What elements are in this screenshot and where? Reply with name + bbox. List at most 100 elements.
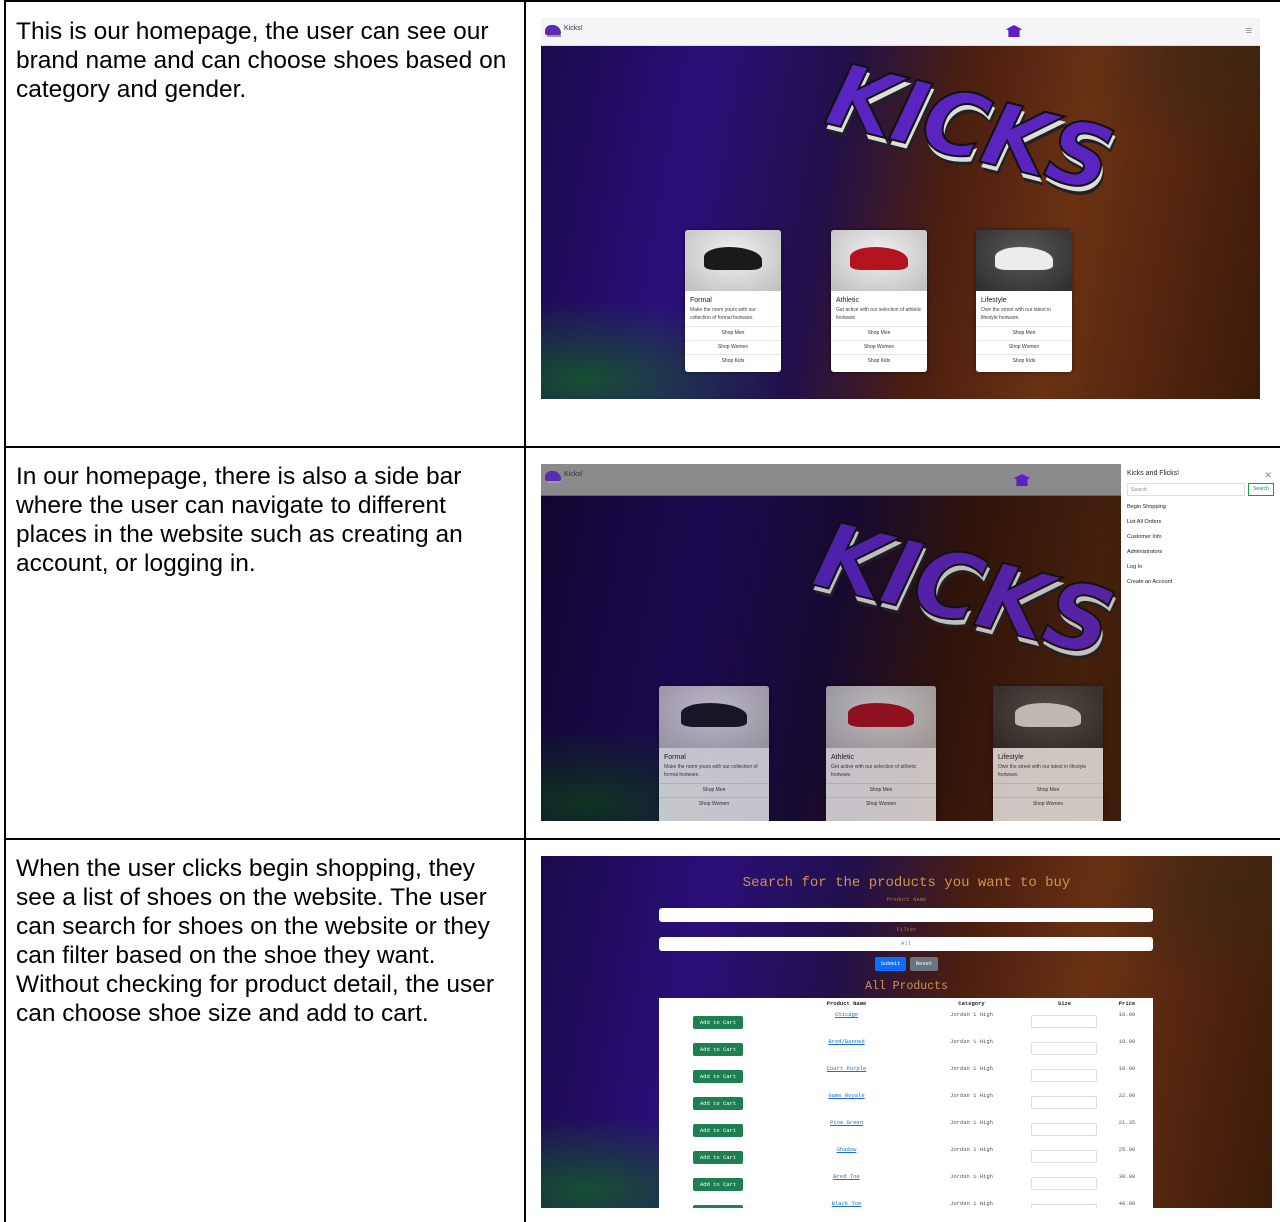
add-to-cart-button[interactable]: Add to Cart — [693, 1151, 743, 1164]
card-text: Make the room yours with our collection … — [690, 307, 756, 321]
category-card-lifestyle: Lifestyle Own the street with our latest… — [976, 230, 1072, 372]
graduation-cap-icon[interactable] — [1014, 474, 1030, 486]
card-title: Athletic — [831, 754, 854, 761]
product-price: 18.00 — [1118, 1011, 1136, 1018]
size-input[interactable] — [1031, 1015, 1097, 1028]
shop-women-link[interactable]: Shop Women — [831, 340, 927, 354]
product-category: Jordan 1 High — [950, 1065, 993, 1072]
table-row: Add to Cart Bred/Banned Jordan 1 High 19.00 — [659, 1035, 1153, 1062]
shop-men-link[interactable]: Shop Men — [659, 783, 769, 797]
product-category: Jordan 1 High — [950, 1146, 993, 1153]
product-name-link[interactable]: Shadow — [799, 1146, 894, 1153]
sidebar-item-log-in[interactable]: Log In — [1127, 564, 1274, 579]
sidebar-item-administrators[interactable]: Administrators — [1127, 549, 1274, 564]
shoe-logo-icon — [545, 25, 561, 37]
size-input[interactable] — [1031, 1042, 1097, 1055]
shop-kids-link[interactable]: Shop Kids — [831, 354, 927, 368]
shop-men-link[interactable]: Shop Men — [685, 326, 781, 340]
sidebar-item-begin-shopping[interactable]: Begin Shopping — [1127, 504, 1274, 519]
graduation-cap-icon[interactable] — [1006, 25, 1022, 37]
shop-women-link[interactable]: Shop Women — [659, 797, 769, 811]
sidebar-item-list-all-orders[interactable]: List All Orders — [1127, 519, 1274, 534]
add-to-cart-button[interactable]: Add to Cart — [693, 1097, 743, 1110]
lifestyle-shoe-icon — [1015, 703, 1081, 727]
product-name-link[interactable]: Game Royale — [799, 1092, 894, 1099]
table-border — [4, 446, 1280, 448]
product-list-screenshot: Search for the products you want to buy … — [541, 856, 1272, 1208]
size-input[interactable] — [1031, 1096, 1097, 1109]
product-name-link[interactable]: Pine Green — [799, 1119, 894, 1126]
size-input[interactable] — [1031, 1123, 1097, 1136]
table-border — [524, 0, 526, 1222]
product-category: Jordan 1 High — [950, 1092, 993, 1099]
formal-shoe-icon — [681, 703, 747, 727]
shop-women-link[interactable]: Shop Women — [685, 340, 781, 354]
shop-men-link[interactable]: Shop Men — [993, 783, 1103, 797]
shop-women-link[interactable]: Shop Women — [993, 797, 1103, 811]
size-input[interactable] — [1031, 1150, 1097, 1163]
brand-link[interactable]: Kicks! — [545, 25, 583, 37]
shop-women-link[interactable]: Shop Women — [826, 797, 936, 811]
brand-link[interactable]: Kicks! — [545, 471, 583, 483]
table-row: Add to Cart Black Toe Jordan 1 High 40.00 — [659, 1197, 1153, 1208]
shop-men-link[interactable]: Shop Men — [831, 326, 927, 340]
filter-label: Filter — [896, 926, 917, 933]
product-name-link[interactable]: Court Purple — [799, 1065, 894, 1072]
add-to-cart-button[interactable]: Add to Cart — [693, 1205, 743, 1208]
product-name-input[interactable] — [659, 908, 1153, 922]
submit-button[interactable]: Submit — [875, 957, 906, 971]
product-name-link[interactable]: Bred/Banned — [799, 1038, 894, 1045]
shop-men-link[interactable]: Shop Men — [826, 783, 936, 797]
card-title: Formal — [690, 297, 712, 304]
shop-women-link[interactable]: Shop Women — [976, 340, 1072, 354]
formal-shoe-icon — [704, 247, 762, 271]
card-title: Lifestyle — [998, 754, 1024, 761]
brand-name: Kicks! — [564, 25, 583, 32]
product-price: 40.00 — [1118, 1200, 1136, 1207]
product-price: 30.00 — [1118, 1173, 1136, 1180]
reset-button[interactable]: Reset — [910, 957, 938, 971]
product-name-label: Product Name — [886, 896, 927, 903]
homepage-screenshot: Kicks! ≡ KICKS Formal Make the room your… — [541, 18, 1260, 399]
card-image — [659, 686, 769, 748]
sidebar-item-customer-info[interactable]: Customer Info — [1127, 534, 1274, 549]
product-name-link[interactable]: Chicago — [799, 1011, 894, 1018]
size-input[interactable] — [1031, 1069, 1097, 1082]
add-to-cart-button[interactable]: Add to Cart — [693, 1178, 743, 1191]
product-category: Jordan 1 High — [950, 1173, 993, 1180]
card-title: Athletic — [836, 297, 859, 304]
card-text: Own the street with our latest in lifest… — [981, 307, 1052, 321]
category-card-athletic: Athletic Get active with our selection o… — [831, 230, 927, 372]
product-name-link[interactable]: Bred Toe — [799, 1173, 894, 1180]
card-text: Get active with our selection of athleti… — [836, 307, 922, 321]
column-header: Price — [1118, 1000, 1136, 1007]
card-image — [993, 686, 1103, 748]
sidebar-item-create-account[interactable]: Create an Account — [1127, 579, 1274, 594]
add-to-cart-button[interactable]: Add to Cart — [693, 1016, 743, 1029]
column-header: Category — [958, 1000, 985, 1007]
add-to-cart-button[interactable]: Add to Cart — [693, 1124, 743, 1137]
product-price: 10.00 — [1118, 1065, 1136, 1072]
product-category: Jordan 1 High — [950, 1200, 993, 1207]
add-to-cart-button[interactable]: Add to Cart — [693, 1070, 743, 1083]
sidebar-search: Search Search — [1127, 483, 1274, 496]
shop-kids-link[interactable]: Shop Kids — [685, 354, 781, 368]
size-input[interactable] — [1031, 1177, 1097, 1190]
add-to-cart-button[interactable]: Add to Cart — [693, 1043, 743, 1056]
storyboard-table: This is our homepage, the user can see o… — [0, 0, 1280, 1222]
product-name-link[interactable]: Black Toe — [799, 1200, 894, 1207]
hamburger-icon[interactable]: ≡ — [1246, 25, 1252, 37]
search-button[interactable]: Search — [1248, 483, 1274, 496]
card-text: Get active with our selection of athleti… — [831, 764, 917, 778]
table-row: Add to Cart Chicago Jordan 1 High 18.00 — [659, 1008, 1153, 1035]
filter-select[interactable]: All — [659, 937, 1153, 951]
shop-men-link[interactable]: Shop Men — [976, 326, 1072, 340]
close-icon[interactable]: ✕ — [1264, 470, 1272, 481]
shop-kids-link[interactable]: Shop Kids — [976, 354, 1072, 368]
sidebar-title: Kicks and Flicks! — [1127, 470, 1180, 477]
size-input[interactable] — [1031, 1204, 1097, 1208]
search-input[interactable]: Search — [1127, 483, 1245, 496]
table-row: Add to Cart Shadow Jordan 1 High 25.00 — [659, 1143, 1153, 1170]
product-category: Jordan 1 High — [950, 1119, 993, 1126]
row-description: This is our homepage, the user can see o… — [16, 18, 507, 103]
